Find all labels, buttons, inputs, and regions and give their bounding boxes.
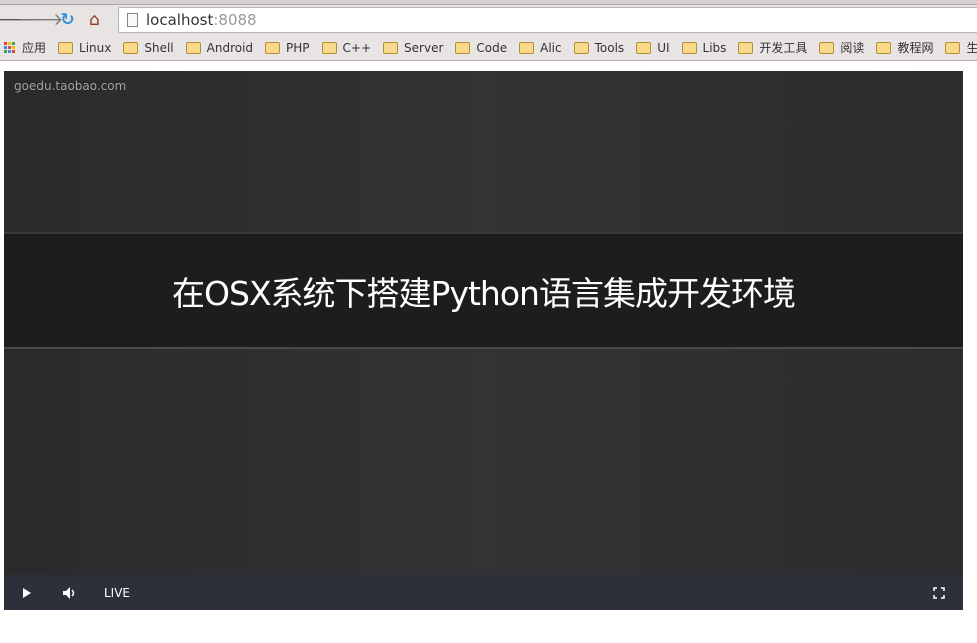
reload-icon: ↻	[60, 10, 75, 30]
bookmark-label: C++	[342, 40, 372, 55]
bookmark-folder[interactable]: 教程网	[876, 39, 933, 56]
bookmark-folder[interactable]: 阅读	[819, 39, 864, 56]
bookmark-folder[interactable]: C++	[321, 40, 372, 55]
bookmark-label: Code	[476, 40, 508, 55]
title-banner: 在OSX系统下搭建Python语言集成开发环境	[4, 232, 963, 349]
volume-icon	[63, 586, 75, 599]
folder-icon	[58, 41, 74, 54]
bookmark-apps[interactable]: 应用	[4, 39, 46, 56]
bookmark-label: UI	[657, 40, 670, 55]
url-port: :8088	[213, 11, 257, 29]
folder-icon	[265, 41, 281, 54]
browser-toolbar: 🡐 🡒 ↻ ⌂ localhost:8088	[0, 5, 977, 35]
folder-icon	[573, 41, 589, 54]
bookmark-folder[interactable]: Tools	[573, 40, 625, 55]
bookmark-folder[interactable]: PHP	[265, 41, 310, 55]
home-icon: ⌂	[89, 10, 100, 30]
folder-icon	[945, 41, 961, 54]
bookmark-label: PHP	[286, 40, 310, 55]
bookmark-label: Android	[206, 40, 254, 55]
bookmark-label: 教程网	[897, 41, 934, 55]
bookmark-folder[interactable]: 开发工具	[738, 39, 807, 56]
bookmark-label: Shell	[144, 40, 174, 55]
bookmark-label: Tools	[594, 40, 625, 55]
bookmark-label: 应用	[22, 41, 47, 55]
bookmark-folder[interactable]: Alic	[519, 40, 562, 55]
folder-icon	[123, 41, 139, 54]
folder-icon	[876, 41, 892, 54]
player-controls: LIVE	[4, 575, 963, 610]
bookmark-folder[interactable]: Server	[383, 41, 443, 55]
folder-icon	[455, 41, 471, 54]
watermark: goedu.taobao.com	[14, 79, 127, 93]
home-button[interactable]: ⌂	[81, 8, 108, 32]
play-button[interactable]	[4, 575, 50, 610]
apps-grid-icon	[4, 42, 15, 53]
url-host: localhost	[146, 11, 214, 29]
page-icon	[127, 13, 138, 27]
volume-button[interactable]	[50, 575, 90, 610]
folder-icon	[185, 41, 201, 54]
address-bar[interactable]: localhost:8088	[118, 7, 977, 33]
bookmark-label: Libs	[702, 40, 727, 55]
folder-icon	[681, 41, 697, 54]
fullscreen-icon	[933, 586, 945, 599]
bookmark-folder[interactable]: UI	[636, 40, 670, 55]
folder-icon	[636, 41, 652, 54]
bookmark-folder[interactable]: 生活	[945, 39, 977, 56]
video-player[interactable]: goedu.taobao.com 在OSX系统下搭建Python语言集成开发环境…	[4, 71, 963, 610]
folder-icon	[383, 41, 399, 54]
bookmark-label: 阅读	[840, 41, 865, 55]
bookmark-folder[interactable]: Code	[455, 41, 507, 55]
forward-button[interactable]: 🡒	[18, 8, 64, 32]
bookmark-label: 开发工具	[759, 41, 808, 55]
reload-button[interactable]: ↻	[54, 8, 81, 32]
folder-icon	[738, 41, 754, 54]
video-title: 在OSX系统下搭建Python语言集成开发环境	[172, 273, 796, 313]
bookmark-label: 生活	[966, 39, 977, 56]
folder-icon	[519, 41, 535, 54]
folder-icon	[819, 41, 835, 54]
bookmark-label: Linux	[79, 40, 112, 55]
bookmark-folder[interactable]: Shell	[123, 40, 174, 55]
folder-icon	[321, 41, 337, 54]
fullscreen-button[interactable]	[915, 575, 963, 610]
bookmark-folder[interactable]: Android	[185, 40, 254, 55]
bookmark-folder[interactable]: Libs	[681, 40, 727, 55]
play-icon	[23, 587, 31, 598]
bookmark-folder[interactable]: Linux	[58, 41, 111, 55]
bookmark-label: Alic	[540, 40, 562, 55]
bookmarks-bar: 应用 Linux Shell Android PHP C++ Server Code Alic T…	[0, 35, 977, 61]
live-indicator: LIVE	[104, 585, 131, 600]
bookmark-label: Server	[404, 40, 444, 55]
